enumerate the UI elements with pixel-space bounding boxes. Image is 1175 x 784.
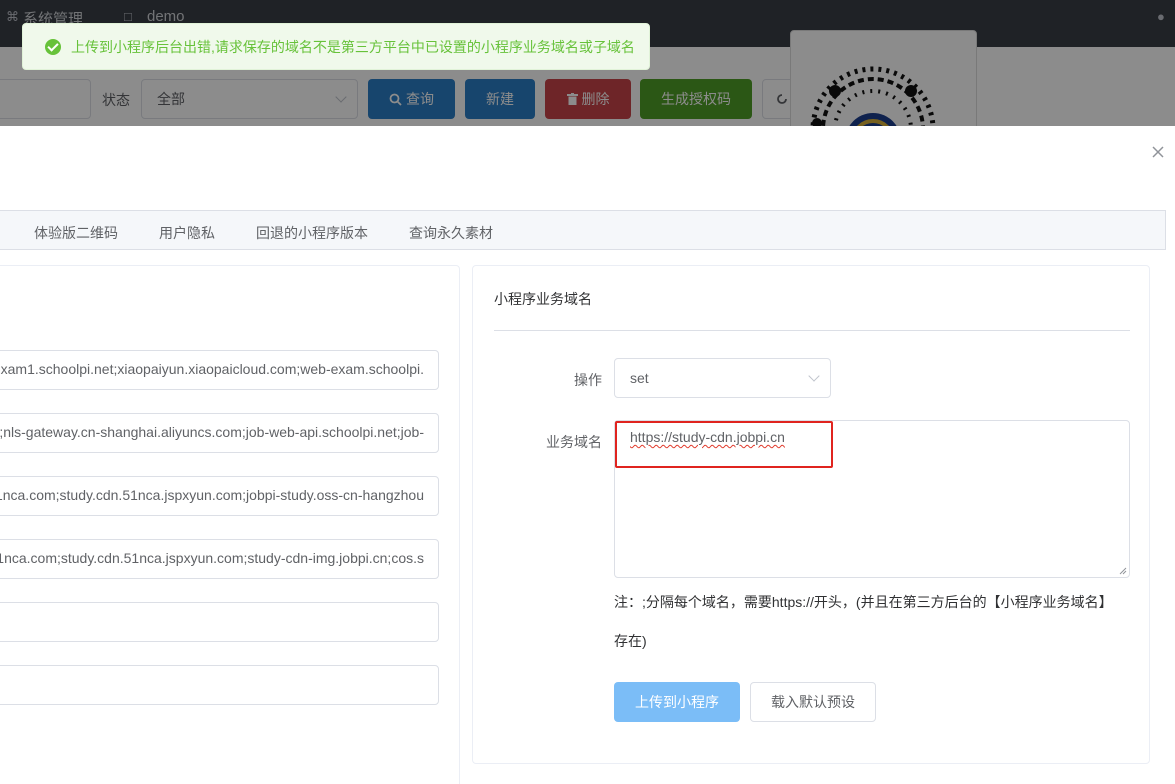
load-default-preset-button[interactable]: 载入默认预设 <box>750 682 876 722</box>
tab-user-privacy[interactable]: 用户隐私 <box>159 223 215 243</box>
tab-permanent-materials[interactable]: 查询永久素材 <box>409 223 493 243</box>
chevron-down-icon <box>808 370 820 382</box>
business-domain-title: 小程序业务域名 <box>494 291 592 307</box>
operation-label: 操作 <box>574 372 602 388</box>
business-domain-panel: 小程序业务域名 操作 set 业务域名 https://study-cdn.jo… <box>472 265 1150 764</box>
business-domain-label: 业务域名 <box>546 434 602 450</box>
toast-message: 上传到小程序后台出错,请求保存的域名不是第三方平台中已设置的小程序业务域名或子域… <box>71 38 635 55</box>
operation-select[interactable]: set <box>614 358 831 398</box>
load-default-button-label: 载入默认预设 <box>771 694 855 710</box>
mini-program-dialog: 体验版二维码 用户隐私 回退的小程序版本 查询永久素材 exam1.school… <box>0 126 1175 784</box>
operation-select-value: set <box>630 370 649 386</box>
check-circle-icon <box>45 38 61 55</box>
request-domain-value: exam1.schoolpi.net;xiaopaiyun.xiaopaiclo… <box>0 361 424 377</box>
page: ⌘ 系统管理 □ demo ● 状态 全部 查询 新建 删除 生成授权码 上传到… <box>0 0 1175 784</box>
divider <box>494 330 1130 331</box>
upload-domain-value: 1nca.com;study.cdn.51nca.jspxyun.com;job… <box>0 487 424 503</box>
download-domain-value: 1nca.com;study.cdn.51nca.jspxyun.com;stu… <box>0 550 424 566</box>
upload-domain-input[interactable]: 1nca.com;study.cdn.51nca.jspxyun.com;job… <box>0 476 439 516</box>
request-domain-input[interactable]: exam1.schoolpi.net;xiaopaiyun.xiaopaiclo… <box>0 350 439 390</box>
udp-domain-input[interactable] <box>0 602 439 642</box>
upload-to-mini-program-button[interactable]: 上传到小程序 <box>614 682 740 722</box>
tab-rollback-version[interactable]: 回退的小程序版本 <box>256 223 368 243</box>
server-domain-panel <box>0 265 460 784</box>
socket-domain-input[interactable]: ;nls-gateway.cn-shanghai.aliyuncs.com;jo… <box>0 413 439 453</box>
tab-trial-qr-code[interactable]: 体验版二维码 <box>34 223 118 243</box>
tab-bar: 体验版二维码 用户隐私 回退的小程序版本 查询永久素材 <box>0 210 1166 250</box>
socket-domain-value: ;nls-gateway.cn-shanghai.aliyuncs.com;jo… <box>0 424 424 440</box>
note-line-1: 注：;分隔每个域名，需要https://开头，(并且在第三方后台的【小程序业务域… <box>614 594 1113 610</box>
close-icon[interactable] <box>1150 144 1166 160</box>
download-domain-input[interactable]: 1nca.com;study.cdn.51nca.jspxyun.com;stu… <box>0 539 439 579</box>
note-line-2: 存在) <box>614 633 647 649</box>
upload-button-label: 上传到小程序 <box>635 694 719 710</box>
annotation-highlight-box <box>615 421 833 468</box>
resize-handle-icon[interactable] <box>1119 567 1127 575</box>
success-toast: 上传到小程序后台出错,请求保存的域名不是第三方平台中已设置的小程序业务域名或子域… <box>22 23 650 70</box>
tcp-domain-input[interactable] <box>0 665 439 705</box>
